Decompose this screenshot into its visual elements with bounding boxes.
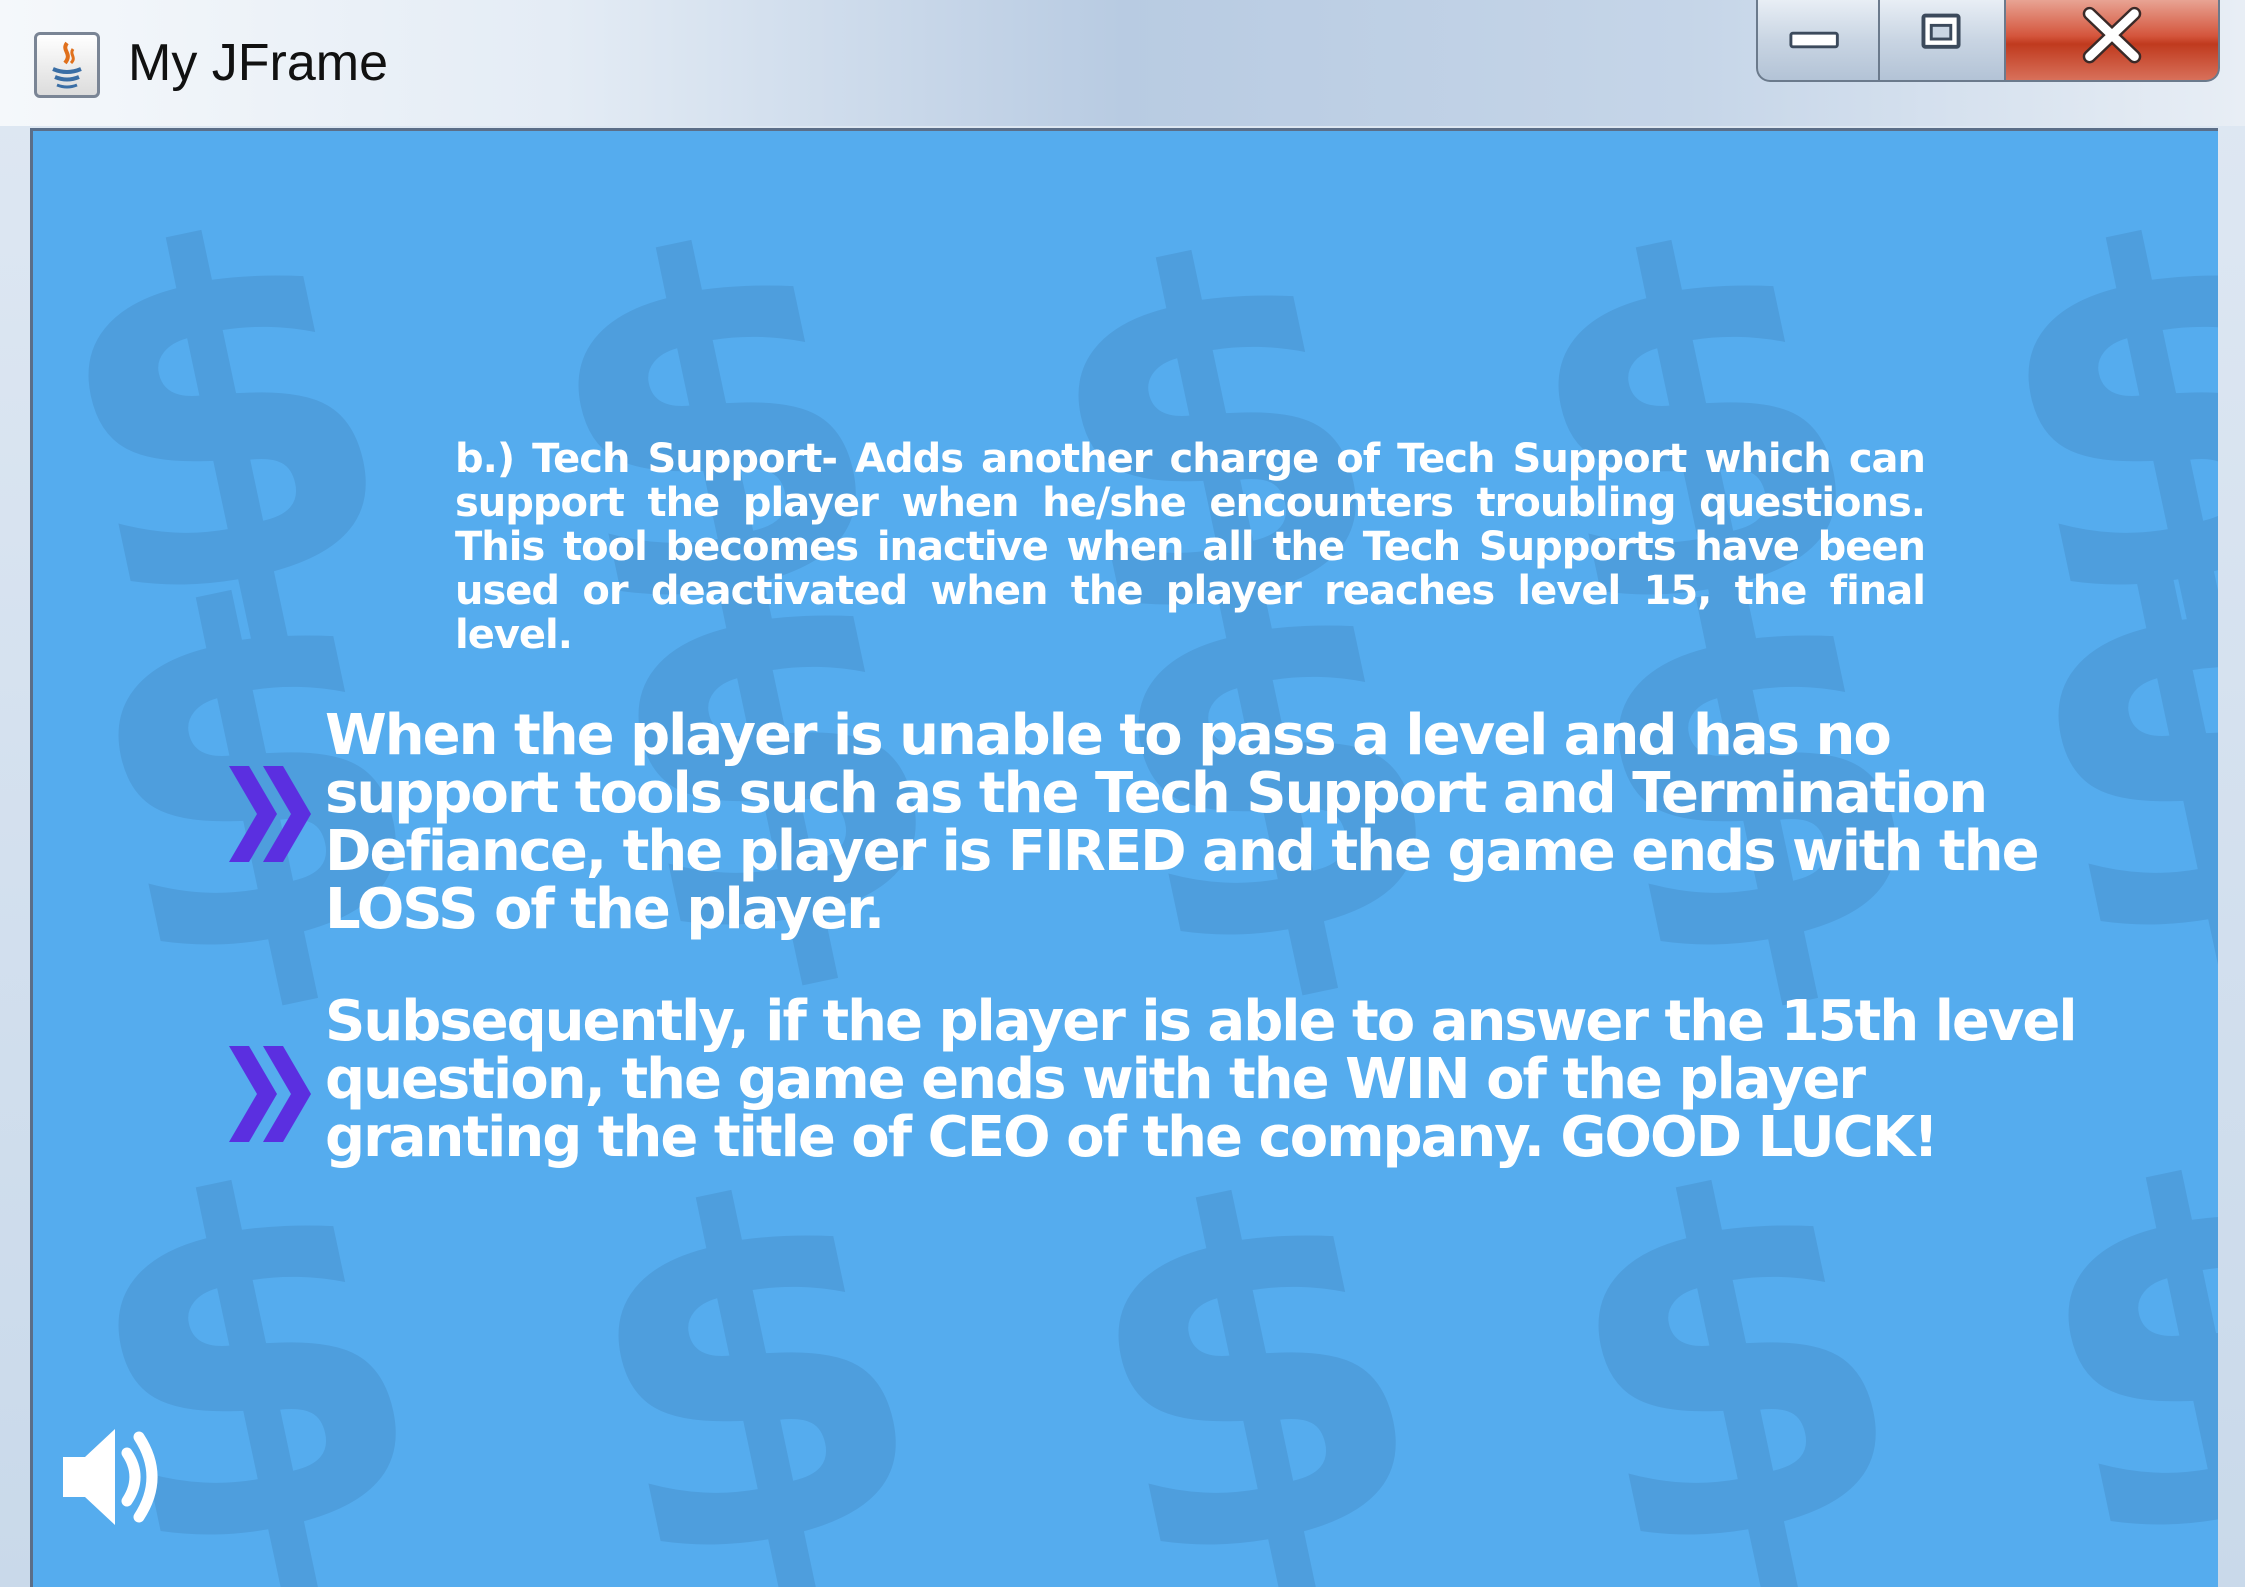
maximize-button[interactable]: [1880, 0, 2006, 82]
title-bar[interactable]: My JFrame: [0, 0, 2245, 126]
double-chevron-right-icon: [229, 766, 311, 862]
double-chevron-right-icon: [229, 1046, 311, 1142]
dollar-sign-watermark: $: [540, 1085, 966, 1587]
bullet-text: When the player is unable to pass a leve…: [325, 703, 2040, 942]
content-panel: $ $ $ $ $ $ $ $ $ $ $ $ $ $ $ b.) Tech S…: [30, 128, 2218, 1587]
jframe-window: My JFrame $ $ $ $ $ $ $ $ $ $ $ $ $ $ b.…: [0, 0, 2245, 1587]
minimize-button[interactable]: [1756, 0, 1880, 82]
dollar-sign-watermark: $: [1990, 1065, 2218, 1587]
minimize-icon: [1789, 31, 1839, 49]
dollar-sign-watermark: $: [1520, 1075, 1946, 1587]
bullet-text: Subsequently, if the player is able to a…: [325, 989, 2078, 1170]
tech-support-description: b.) Tech Support- Adds another charge of…: [455, 436, 1926, 658]
window-title: My JFrame: [128, 34, 388, 92]
close-button[interactable]: [2006, 0, 2220, 82]
java-icon[interactable]: [34, 32, 100, 98]
maximize-icon: [1921, 13, 1961, 49]
speaker-icon[interactable]: [57, 1419, 165, 1535]
dollar-sign-watermark: $: [1040, 1085, 1466, 1587]
close-icon: [2082, 6, 2142, 64]
